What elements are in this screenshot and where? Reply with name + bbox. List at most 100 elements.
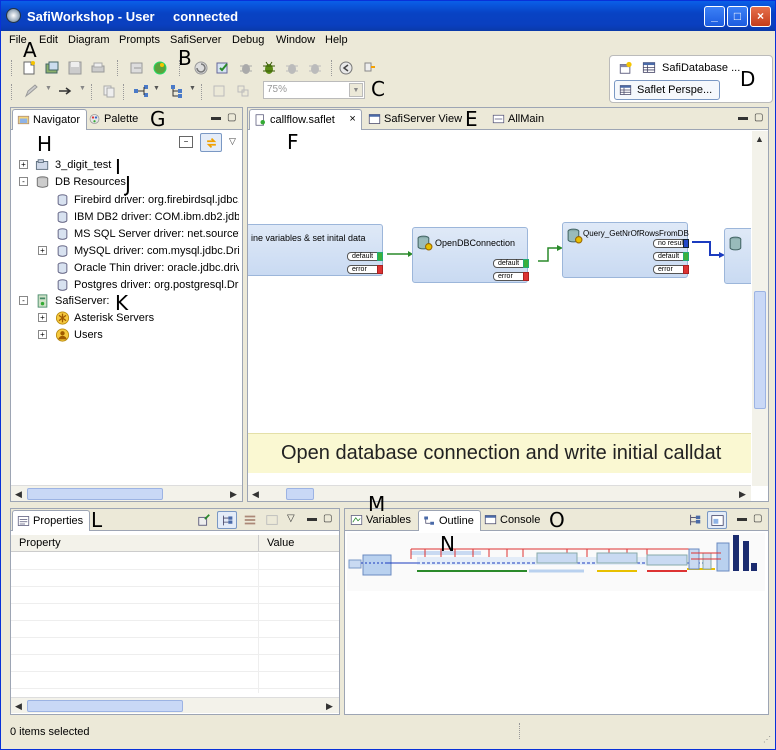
collapse-all-icon[interactable]: −: [179, 136, 193, 148]
view-menu-icon[interactable]: ▽: [287, 513, 295, 524]
export-icon[interactable]: [129, 60, 145, 76]
menu-safiserver[interactable]: SafiServer: [170, 34, 221, 46]
validate-icon[interactable]: [215, 60, 231, 76]
properties-table-body[interactable]: [11, 553, 339, 693]
expand-icon[interactable]: +: [38, 330, 47, 339]
outline-tree-icon[interactable]: [688, 513, 702, 527]
tab-callflow[interactable]: callflow.saflet ×: [249, 109, 362, 130]
dropdown-arrow-icon[interactable]: ▼: [189, 85, 196, 92]
tab-navigator[interactable]: Navigator: [12, 109, 88, 130]
column-header-value[interactable]: Value: [267, 537, 294, 549]
chevron-down-icon[interactable]: ▼: [349, 83, 363, 97]
debug-resume-icon[interactable]: [307, 60, 323, 76]
expand-icon[interactable]: +: [38, 313, 47, 322]
scroll-thumb[interactable]: [754, 291, 766, 409]
dropdown-arrow-icon[interactable]: ▼: [79, 85, 86, 92]
perspective-saflet-button[interactable]: Saflet Perspe...: [614, 80, 720, 100]
menu-help[interactable]: Help: [325, 34, 348, 46]
layout-icon[interactable]: [133, 83, 149, 99]
new-project-icon[interactable]: [44, 60, 60, 76]
scroll-right-icon[interactable]: ▶: [736, 488, 749, 500]
maximize-view-icon[interactable]: ▢: [323, 513, 332, 524]
port-error[interactable]: error: [347, 265, 383, 274]
tab-palette[interactable]: Palette: [84, 109, 144, 130]
close-button[interactable]: ×: [750, 6, 771, 27]
dropdown-arrow-icon[interactable]: ▼: [153, 85, 160, 92]
tree-layout-icon[interactable]: [169, 83, 185, 99]
collapse-icon[interactable]: -: [19, 296, 28, 305]
minimize-view-icon[interactable]: ▬: [738, 112, 748, 123]
scroll-thumb[interactable]: [27, 700, 183, 712]
tab-allmain[interactable]: AllMain: [488, 109, 550, 130]
minimize-button[interactable]: _: [704, 6, 725, 27]
pin-icon[interactable]: [361, 60, 377, 76]
scroll-left-icon[interactable]: ◀: [12, 700, 25, 712]
node-open-db-connection[interactable]: OpenDBConnection default error: [412, 227, 529, 283]
editor-vscrollbar[interactable]: ▲: [752, 131, 768, 486]
scroll-thumb[interactable]: [286, 488, 314, 500]
back-icon[interactable]: [338, 60, 354, 76]
menu-window[interactable]: Window: [276, 34, 315, 46]
port-error[interactable]: error: [653, 265, 689, 274]
deploy-icon[interactable]: [152, 60, 168, 76]
pencil-icon[interactable]: [23, 83, 39, 99]
print-icon[interactable]: [90, 60, 106, 76]
categories-toggle[interactable]: [217, 511, 237, 529]
perspective-safidatabase[interactable]: SafiDatabase ...: [662, 62, 740, 74]
tree-item-driver[interactable]: Oracle Thin driver: oracle.jdbc.driv: [17, 260, 239, 277]
view-menu-icon[interactable]: ▽: [229, 136, 236, 147]
port-no-result[interactable]: no result: [653, 239, 689, 248]
scroll-right-icon[interactable]: ▶: [227, 488, 240, 500]
scroll-thumb[interactable]: [27, 488, 163, 500]
menu-edit[interactable]: Edit: [39, 34, 58, 46]
connector-icon[interactable]: [57, 83, 73, 99]
menu-debug[interactable]: Debug: [232, 34, 264, 46]
tab-safiserver-view[interactable]: SafiServer View: [364, 109, 468, 130]
port-default[interactable]: default: [493, 259, 529, 268]
expand-icon[interactable]: +: [38, 246, 47, 255]
align-icon[interactable]: [211, 83, 227, 99]
new-file-icon[interactable]: [21, 60, 37, 76]
navigator-hscrollbar[interactable]: ◀ ▶: [11, 485, 242, 501]
minimize-view-icon[interactable]: ▬: [737, 513, 747, 524]
resize-grip-icon[interactable]: ⋰: [763, 735, 771, 744]
diagram-canvas[interactable]: ine variables & set inital data default …: [248, 131, 751, 486]
scroll-left-icon[interactable]: ◀: [12, 488, 25, 500]
node-init-variables[interactable]: ine variables & set inital data default …: [248, 224, 383, 276]
port-default[interactable]: default: [653, 252, 689, 261]
zoom-select[interactable]: 75% ▼: [263, 81, 365, 99]
properties-hscrollbar[interactable]: ◀ ▶: [11, 697, 339, 713]
advanced-icon[interactable]: [243, 513, 257, 527]
maximize-view-icon[interactable]: ▢: [227, 112, 236, 123]
overview-toggle[interactable]: [707, 511, 727, 529]
refresh-icon[interactable]: [193, 60, 209, 76]
tab-console[interactable]: Console: [480, 510, 546, 531]
expand-icon[interactable]: +: [19, 160, 28, 169]
column-header-property[interactable]: Property: [19, 537, 61, 549]
tab-outline[interactable]: Outline: [418, 510, 481, 531]
node-query-rows[interactable]: Query_GetNrOfRowsFromDB no result defaul…: [562, 222, 689, 278]
port-default[interactable]: default: [347, 252, 383, 261]
dropdown-arrow-icon[interactable]: ▼: [45, 85, 52, 92]
tree-item-driver[interactable]: + MySQL driver: com.mysql.jdbc.Driv: [17, 243, 239, 260]
editor-hscrollbar[interactable]: ◀ ▶: [248, 485, 751, 501]
maximize-button[interactable]: □: [727, 6, 748, 27]
save-icon[interactable]: [67, 60, 83, 76]
restore-default-icon[interactable]: [265, 513, 279, 527]
tab-properties[interactable]: Properties: [12, 510, 91, 531]
scroll-up-icon[interactable]: ▲: [753, 133, 766, 145]
debug-step-icon[interactable]: [284, 60, 300, 76]
outline-overview[interactable]: [347, 533, 765, 591]
collapse-icon[interactable]: -: [19, 177, 28, 186]
menu-diagram[interactable]: Diagram: [68, 34, 110, 46]
match-size-icon[interactable]: [235, 83, 251, 99]
debug-disabled-icon[interactable]: [238, 60, 254, 76]
tree-item-driver[interactable]: IBM DB2 driver: COM.ibm.db2.jdbc: [17, 209, 239, 226]
minimize-view-icon[interactable]: ▬: [307, 513, 317, 524]
minimize-view-icon[interactable]: ▬: [211, 112, 221, 123]
close-tab-icon[interactable]: ×: [349, 113, 355, 125]
scroll-right-icon[interactable]: ▶: [323, 700, 336, 712]
tree-item-users[interactable]: + Users: [17, 327, 237, 344]
comment-banner[interactable]: Open database connection and write initi…: [248, 433, 751, 473]
copy-icon[interactable]: [101, 83, 117, 99]
